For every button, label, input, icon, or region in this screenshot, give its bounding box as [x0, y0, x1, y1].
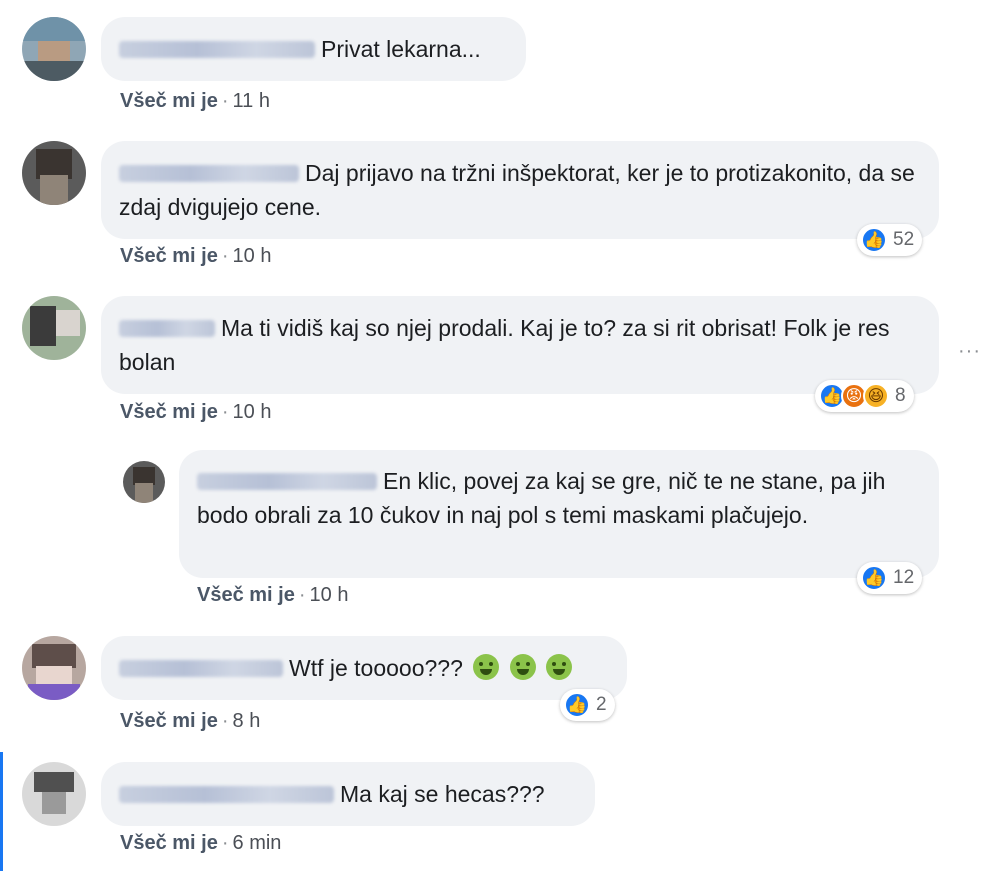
- avatar[interactable]: [22, 636, 86, 700]
- reaction-summary[interactable]: 👍 52: [857, 224, 923, 256]
- comment-text: Privat lekarna...: [321, 36, 481, 62]
- comment-bubble: Privat lekarna...: [101, 17, 526, 81]
- nauseated-face-icon: [546, 654, 573, 680]
- comment-meta: Všeč mi je · 11 h: [120, 90, 270, 113]
- separator-dot: ·: [221, 832, 229, 854]
- reaction-summary[interactable]: 👍 12: [857, 562, 923, 594]
- comment-text: Ma ti vidiš kaj so njej prodali. Kaj je …: [119, 315, 890, 375]
- comment-text: Ma kaj se hecas???: [340, 781, 545, 807]
- separator-dot: ·: [221, 401, 229, 423]
- reaction-count: 2: [596, 694, 607, 715]
- author-name[interactable]: [119, 320, 215, 337]
- comment-bubble: Ma kaj se hecas???: [101, 762, 595, 826]
- timestamp[interactable]: 6 min: [233, 832, 282, 854]
- author-name[interactable]: [119, 660, 283, 677]
- like-link[interactable]: Všeč mi je: [120, 401, 218, 423]
- comment-bubble: Daj prijavo na tržni inšpektorat, ker je…: [101, 141, 939, 239]
- author-name[interactable]: [119, 786, 334, 803]
- avatar[interactable]: [22, 296, 86, 360]
- like-icon: 👍: [861, 227, 887, 253]
- timestamp[interactable]: 8 h: [233, 710, 261, 732]
- avatar[interactable]: [22, 141, 86, 205]
- comment-meta: Všeč mi je · 10 h: [120, 401, 271, 424]
- like-link[interactable]: Všeč mi je: [120, 832, 218, 854]
- like-link[interactable]: Všeč mi je: [120, 710, 218, 732]
- reaction-summary[interactable]: 👍 2: [560, 689, 615, 721]
- like-link[interactable]: Všeč mi je: [197, 584, 295, 606]
- timestamp[interactable]: 10 h: [233, 401, 272, 423]
- author-name[interactable]: [197, 473, 377, 490]
- like-icon: 👍: [564, 692, 590, 718]
- author-name[interactable]: [119, 41, 315, 58]
- comment-bubble: Wtf je tooooo???: [101, 636, 627, 700]
- like-icon: 👍: [861, 565, 887, 591]
- separator-dot: ·: [298, 584, 306, 606]
- avatar[interactable]: [22, 762, 86, 826]
- timestamp[interactable]: 10 h: [233, 245, 272, 267]
- like-link[interactable]: Všeč mi je: [120, 90, 218, 112]
- separator-dot: ·: [221, 710, 229, 732]
- timestamp[interactable]: 11 h: [233, 90, 270, 112]
- separator-dot: ·: [221, 245, 229, 267]
- nauseated-face-icon: [473, 654, 500, 680]
- comment-text: Wtf je tooooo???: [289, 655, 463, 681]
- avatar[interactable]: [22, 17, 86, 81]
- comment-meta: Všeč mi je · 6 min: [120, 832, 281, 855]
- new-comment-indicator: [0, 752, 3, 871]
- more-options-icon[interactable]: ···: [958, 340, 981, 363]
- comment-meta: Všeč mi je · 10 h: [120, 245, 271, 268]
- timestamp[interactable]: 10 h: [310, 584, 349, 606]
- comment-meta: Všeč mi je · 8 h: [120, 710, 260, 733]
- avatar[interactable]: [123, 461, 165, 503]
- separator-dot: ·: [221, 90, 229, 112]
- comment-bubble: Ma ti vidiš kaj so njej prodali. Kaj je …: [101, 296, 939, 394]
- like-link[interactable]: Všeč mi je: [120, 245, 218, 267]
- comment-meta: Všeč mi je · 10 h: [197, 584, 348, 607]
- reaction-count: 8: [895, 385, 906, 406]
- haha-icon: 😆: [863, 383, 889, 409]
- nauseated-face-icon: [509, 654, 536, 680]
- reaction-count: 12: [893, 567, 915, 588]
- reaction-count: 52: [893, 229, 915, 250]
- comment-bubble: En klic, povej za kaj se gre, nič te ne …: [179, 450, 939, 578]
- reaction-summary[interactable]: 👍 😡 😆 8: [815, 380, 914, 412]
- author-name[interactable]: [119, 165, 299, 182]
